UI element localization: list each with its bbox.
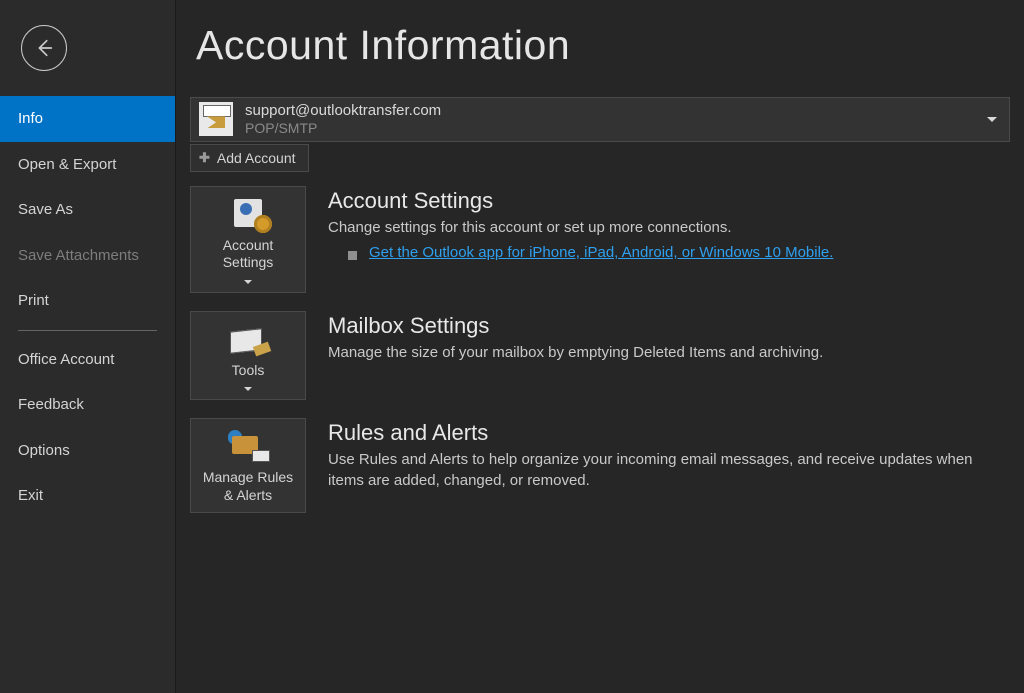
- tools-icon: [226, 322, 270, 356]
- mail-account-icon: [199, 102, 233, 136]
- page-title: Account Information: [196, 22, 1010, 69]
- sidebar-item-feedback[interactable]: Feedback: [0, 382, 175, 428]
- get-outlook-app-link[interactable]: Get the Outlook app for iPhone, iPad, An…: [369, 244, 833, 261]
- chevron-down-icon: [244, 387, 252, 391]
- sidebar-item-label: Exit: [18, 487, 43, 504]
- account-settings-tile[interactable]: Account Settings: [190, 186, 306, 293]
- tools-tile[interactable]: Tools: [190, 311, 306, 401]
- tile-label: Manage Rules & Alerts: [197, 469, 299, 504]
- manage-rules-alerts-tile[interactable]: Manage Rules & Alerts: [190, 418, 306, 513]
- sidebar-item-save-as[interactable]: Save As: [0, 187, 175, 233]
- section-body: Rules and Alerts Use Rules and Alerts to…: [328, 418, 1010, 491]
- sidebar-item-print[interactable]: Print: [0, 278, 175, 324]
- section-title: Rules and Alerts: [328, 420, 1010, 446]
- section-desc: Change settings for this account or set …: [328, 218, 1010, 238]
- back-button[interactable]: [0, 0, 175, 96]
- sidebar-item-exit[interactable]: Exit: [0, 473, 175, 519]
- backstage-sidebar: Info Open & Export Save As Save Attachme…: [0, 0, 176, 693]
- sidebar-separator: [18, 330, 157, 331]
- tile-label: Tools: [232, 362, 265, 380]
- account-selector[interactable]: support@outlooktransfer.com POP/SMTP: [190, 97, 1010, 142]
- section-body: Account Settings Change settings for thi…: [328, 186, 1010, 261]
- section-title: Mailbox Settings: [328, 313, 1010, 339]
- account-email: support@outlooktransfer.com: [245, 102, 441, 120]
- sidebar-item-save-attachments: Save Attachments: [0, 233, 175, 279]
- account-type: POP/SMTP: [245, 120, 441, 137]
- content-pane: Account Information support@outlooktrans…: [176, 0, 1024, 693]
- section-title: Account Settings: [328, 188, 1010, 214]
- account-text: support@outlooktransfer.com POP/SMTP: [245, 102, 441, 137]
- sidebar-item-label: Info: [18, 110, 43, 127]
- chevron-down-icon: [244, 280, 252, 284]
- sidebar-item-label: Save Attachments: [18, 247, 139, 264]
- sidebar-item-label: Office Account: [18, 351, 114, 368]
- tile-label: Account Settings: [197, 237, 299, 272]
- sidebar-item-label: Save As: [18, 201, 73, 218]
- sidebar-item-label: Options: [18, 442, 70, 459]
- bullet-icon: [348, 251, 357, 260]
- back-arrow-icon: [21, 25, 67, 71]
- chevron-down-icon: [987, 117, 997, 122]
- add-account-label: Add Account: [217, 150, 296, 166]
- sidebar-item-label: Print: [18, 292, 49, 309]
- sidebar-item-open-export[interactable]: Open & Export: [0, 142, 175, 188]
- plus-icon: ✚: [199, 150, 210, 166]
- section-desc: Manage the size of your mailbox by empty…: [328, 343, 1010, 363]
- section-rules-alerts: Manage Rules & Alerts Rules and Alerts U…: [190, 418, 1010, 513]
- bullet-row: Get the Outlook app for iPhone, iPad, An…: [348, 244, 1010, 261]
- account-settings-icon: [226, 197, 270, 231]
- sidebar-item-options[interactable]: Options: [0, 428, 175, 474]
- section-mailbox-settings: Tools Mailbox Settings Manage the size o…: [190, 311, 1010, 401]
- section-account-settings: Account Settings Account Settings Change…: [190, 186, 1010, 293]
- section-body: Mailbox Settings Manage the size of your…: [328, 311, 1010, 363]
- rules-alerts-icon: [226, 429, 270, 463]
- section-desc: Use Rules and Alerts to help organize yo…: [328, 450, 1010, 491]
- sidebar-item-label: Feedback: [18, 396, 84, 413]
- sidebar-item-office-account[interactable]: Office Account: [0, 337, 175, 383]
- add-account-button[interactable]: ✚ Add Account: [190, 144, 309, 172]
- sidebar-item-info[interactable]: Info: [0, 96, 175, 142]
- sidebar-item-label: Open & Export: [18, 156, 116, 173]
